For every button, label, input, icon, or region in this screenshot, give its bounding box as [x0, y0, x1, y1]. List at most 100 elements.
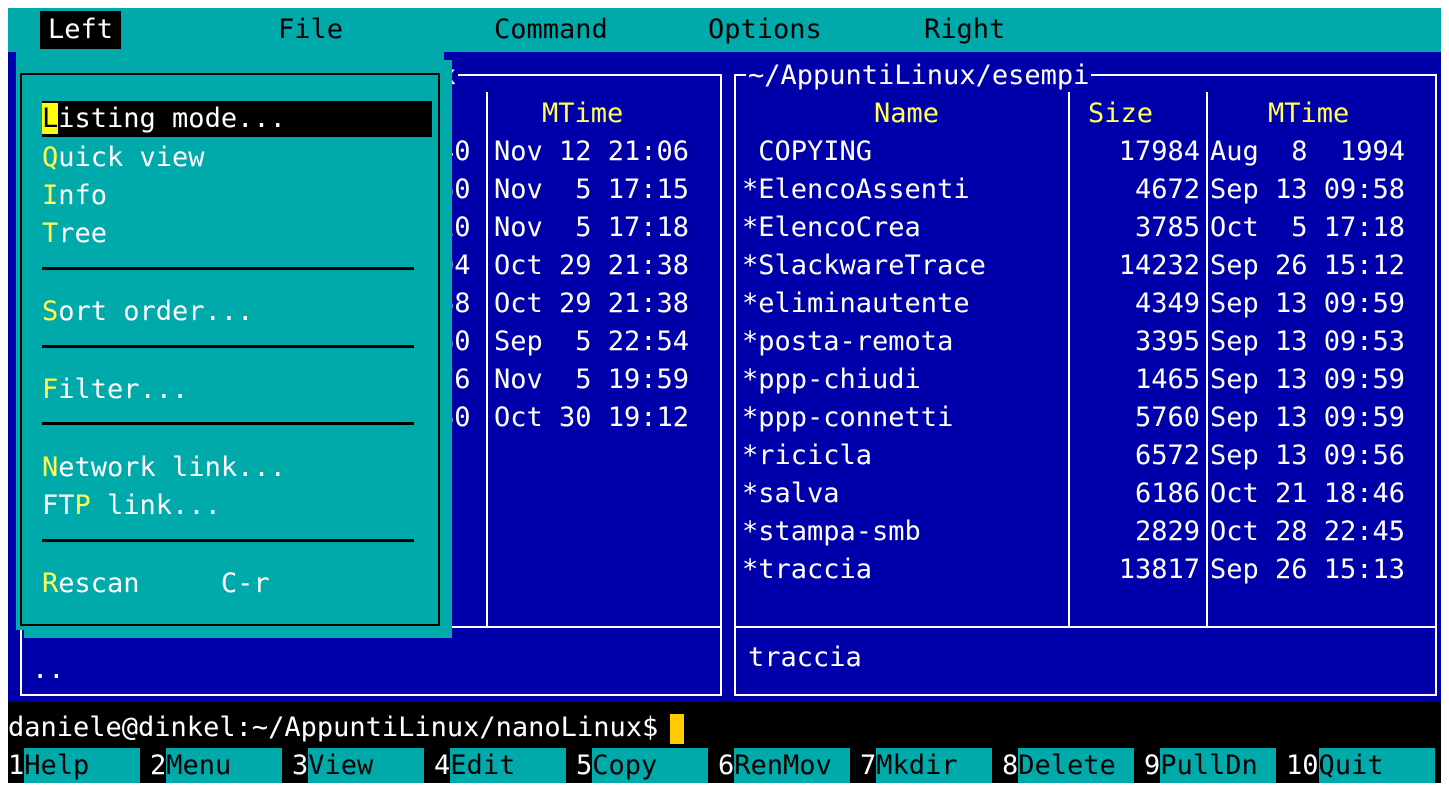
left-col-divider: [486, 92, 488, 628]
hotkey-letter: I: [42, 180, 59, 211]
menu-item-listing-mode[interactable]: Listing mode...: [42, 101, 432, 137]
file-size: 3785: [1134, 212, 1200, 243]
file-size: 2829: [1134, 516, 1200, 547]
right-header-name: Name: [874, 98, 940, 129]
shell-prompt: daniele@dinkel:~/AppuntiLinux/nanoLinux$: [8, 712, 659, 743]
menu-separator: [42, 422, 414, 425]
menu-options[interactable]: Options: [708, 11, 822, 49]
menu-item-label: link...: [90, 490, 221, 521]
menu-item-network-link[interactable]: Network link...: [42, 450, 432, 486]
file-name[interactable]: COPYING: [742, 134, 872, 170]
hotkey-letter: Q: [42, 142, 59, 173]
fkey-number: 1: [8, 750, 25, 781]
hotkey-letter: T: [42, 218, 59, 249]
text-cursor: [670, 713, 685, 744]
left-row-mtime: Oct 29 21:38: [494, 250, 690, 281]
file-name[interactable]: *stampa-smb: [742, 514, 921, 550]
file-size: 14232: [1118, 250, 1200, 281]
file-name[interactable]: *ElencoAssenti: [742, 172, 970, 208]
file-name[interactable]: *eliminautente: [742, 286, 970, 322]
file-size: 4672: [1134, 174, 1200, 205]
file-mtime: Sep 13 09:59: [1210, 288, 1406, 319]
right-panel-title: ~/AppuntiLinux/esempi: [746, 58, 1092, 94]
fkey-number: 9: [1144, 750, 1161, 781]
fkey-number: 10: [1286, 750, 1319, 781]
menu-item-label-prefix: FT: [42, 490, 75, 521]
fkey-label: Help: [24, 748, 141, 783]
fkey-label: Quit: [1318, 748, 1435, 783]
menu-item-sort-order[interactable]: Sort order...: [42, 294, 432, 330]
file-mtime: Sep 26 15:13: [1210, 554, 1406, 585]
left-row-mtime: Nov 5 19:59: [494, 364, 690, 395]
file-mtime: Sep 13 09:53: [1210, 326, 1406, 357]
menu-item-ftp-link[interactable]: FTP link...: [42, 488, 432, 524]
menu-item-filter[interactable]: Filter...: [42, 372, 432, 408]
menu-item-label: ilter...: [58, 374, 189, 405]
menu-file[interactable]: File: [278, 11, 343, 49]
fkey-edit[interactable]: 4Edit: [434, 748, 567, 783]
menu-separator: [42, 539, 414, 542]
hotkey-letter: N: [42, 452, 59, 483]
file-name[interactable]: *ppp-chiudi: [742, 362, 921, 398]
fkey-pulldn[interactable]: 9PullDn: [1144, 748, 1277, 783]
fkey-label: Delete: [1018, 748, 1135, 783]
file-size: 6186: [1134, 478, 1200, 509]
menu-item-info[interactable]: Info: [42, 178, 432, 214]
file-mtime: Sep 13 09:59: [1210, 402, 1406, 433]
menu-item-label: escan C-r: [58, 568, 270, 599]
fkey-label: Mkdir: [876, 748, 993, 783]
fkey-delete[interactable]: 8Delete: [1002, 748, 1135, 783]
left-header-mtime: MTime: [542, 98, 624, 129]
file-mtime: Oct 5 17:18: [1210, 212, 1406, 243]
fkey-number: 6: [718, 750, 735, 781]
right-status-line: traccia: [748, 642, 862, 673]
fkey-label: RenMov: [734, 748, 851, 783]
fkey-mkdir[interactable]: 7Mkdir: [860, 748, 993, 783]
file-size: 1465: [1134, 364, 1200, 395]
fkey-number: 7: [860, 750, 877, 781]
file-size: 13817: [1118, 554, 1200, 585]
file-size: 4349: [1134, 288, 1200, 319]
right-header-size: Size: [1088, 98, 1154, 129]
right-panel[interactable]: ~/AppuntiLinux/esempi Name Size MTime CO…: [726, 52, 1441, 702]
file-name[interactable]: *SlackwareTrace: [742, 248, 986, 284]
menu-separator: [42, 267, 414, 270]
menu-command[interactable]: Command: [494, 11, 608, 49]
fkey-view[interactable]: 3View: [292, 748, 425, 783]
left-row-mtime: Oct 30 19:12: [494, 402, 690, 433]
file-name[interactable]: *salva: [742, 476, 840, 512]
hotkey-letter: P: [74, 490, 91, 521]
file-name[interactable]: *traccia: [742, 552, 872, 588]
fkey-menu[interactable]: 2Menu: [150, 748, 283, 783]
file-mtime: Aug 8 1994: [1210, 136, 1406, 167]
menu-bar: Left File Command Options Right: [8, 8, 1441, 52]
left-row-mtime: Nov 5 17:15: [494, 174, 690, 205]
menu-item-rescan[interactable]: Rescan C-r: [42, 566, 432, 602]
terminal-screen: Left File Command Options Right x MTime …: [8, 8, 1441, 783]
menu-right[interactable]: Right: [924, 11, 1005, 49]
fkey-label: Menu: [166, 748, 283, 783]
fkey-help[interactable]: 1Help: [8, 748, 141, 783]
file-name[interactable]: *ppp-connetti: [742, 400, 953, 436]
fkey-renmov[interactable]: 6RenMov: [718, 748, 851, 783]
menu-item-quick-view[interactable]: Quick view: [42, 140, 432, 176]
menu-item-label: etwork link...: [58, 452, 286, 483]
menu-item-label: ree: [58, 218, 108, 249]
file-name[interactable]: *ElencoCrea: [742, 210, 921, 246]
left-row-mtime: Sep 5 22:54: [494, 326, 690, 357]
fkey-label: Edit: [450, 748, 567, 783]
menu-left[interactable]: Left: [40, 11, 122, 49]
fkey-number: 3: [292, 750, 309, 781]
file-size: 6572: [1134, 440, 1200, 471]
fkey-label: PullDn: [1160, 748, 1277, 783]
fkey-number: 4: [434, 750, 451, 781]
fkey-quit[interactable]: 10Quit: [1286, 748, 1435, 783]
hotkey-letter: S: [42, 296, 59, 327]
command-line[interactable]: daniele@dinkel:~/AppuntiLinux/nanoLinux$: [8, 710, 685, 746]
menu-item-tree[interactable]: Tree: [42, 216, 432, 252]
fkey-copy[interactable]: 5Copy: [576, 748, 709, 783]
file-name[interactable]: *ricicla: [742, 438, 872, 474]
right-status-divider: [734, 626, 1437, 628]
file-size: 3395: [1134, 326, 1200, 357]
file-name[interactable]: *posta-remota: [742, 324, 953, 360]
